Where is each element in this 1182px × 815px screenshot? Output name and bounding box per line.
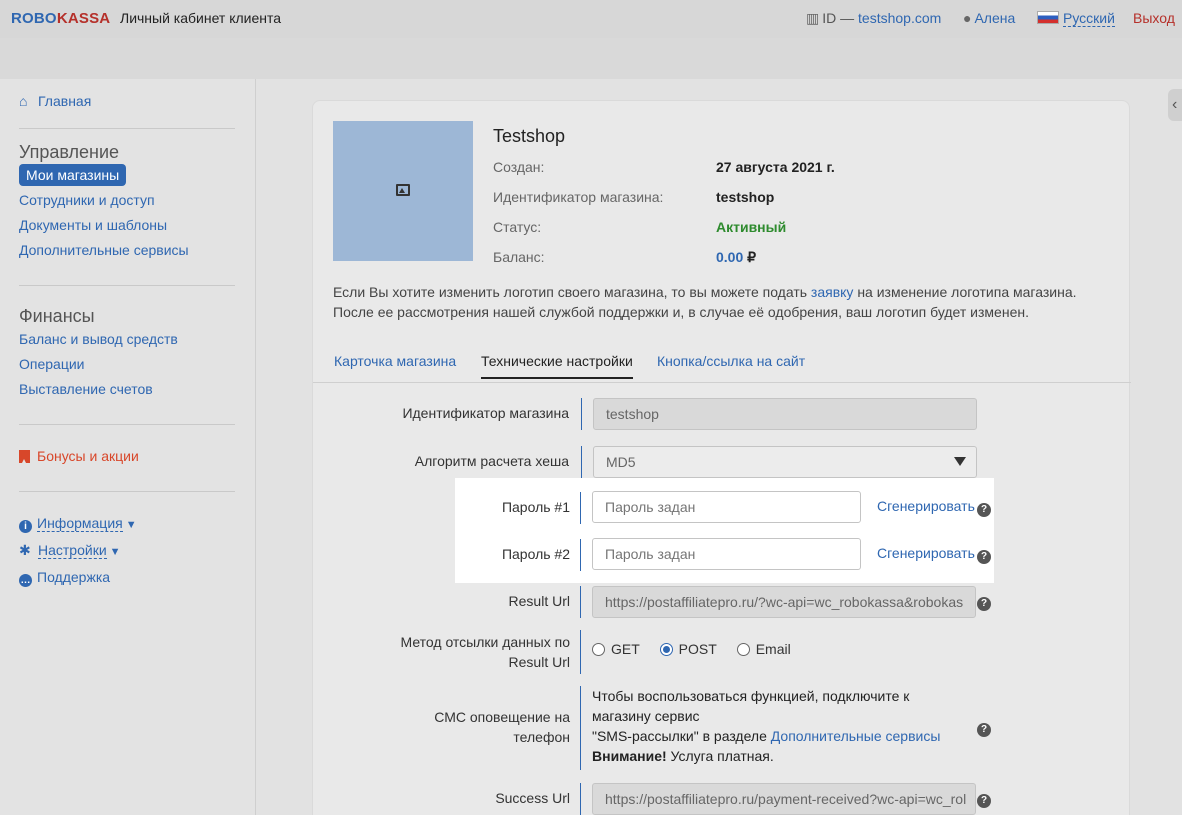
help-icon[interactable]: ? [977, 794, 991, 808]
sidebar-item-bonuses[interactable]: Бонусы и акции [19, 448, 139, 464]
form-label-password1: Пароль #1 [501, 499, 570, 515]
form-label-result-url: Result Url [508, 593, 570, 609]
help-icon[interactable]: ? [977, 723, 991, 737]
radio-post[interactable] [659, 643, 673, 656]
bookmark-icon [19, 450, 30, 463]
form-label-sms-2: телефон [513, 729, 570, 745]
logout-link[interactable]: Выход [1133, 10, 1175, 26]
sidebar-item-home[interactable]: ⌂ Главная [19, 93, 91, 109]
robokassa-logo[interactable]: ROBOKASSA [11, 10, 110, 27]
form-label-password2: Пароль #2 [501, 546, 570, 562]
sidebar-item-balance[interactable]: Баланс и вывод средств [19, 331, 178, 347]
sidebar-item-operations[interactable]: Операции [19, 356, 85, 372]
sidebar-heading-finance: Финансы [19, 306, 95, 326]
help-icon[interactable]: ? [977, 597, 991, 611]
sidebar-item-invoices[interactable]: Выставление счетов [19, 381, 153, 397]
form-continued: Пароль #1 Сгенерировать ? Пароль #2 Сген… [312, 100, 1130, 815]
sidebar-heading-management: Управление [19, 142, 120, 162]
building-icon: ▥ [806, 10, 820, 26]
user-icon: ● [963, 10, 972, 26]
password2-input[interactable] [592, 538, 861, 570]
form-divider [580, 686, 581, 770]
cabinet-title: Личный кабинет клиента [120, 10, 282, 26]
sidebar-item-staff[interactable]: Сотрудники и доступ [19, 192, 155, 208]
sidebar-item-info[interactable]: i Информация ▼ [19, 515, 137, 533]
sidebar-item-services[interactable]: Дополнительные сервисы [19, 242, 189, 258]
form-divider [580, 492, 581, 524]
top-header: ROBOKASSA Личный кабинет клиента ▥ ID — t… [0, 0, 1182, 38]
sidebar-divider [19, 285, 235, 286]
form-label-method-2: Result Url [508, 654, 570, 670]
form-divider [580, 630, 581, 674]
home-icon: ⌂ [19, 93, 28, 109]
method-get-option[interactable]: GET [592, 641, 640, 657]
form-label-success-url: Success Url [495, 790, 570, 806]
result-url-field[interactable]: https://postaffiliatepro.ru/?wc-api=wc_r… [592, 586, 976, 618]
password1-input[interactable] [592, 491, 861, 523]
form-divider [580, 539, 581, 571]
method-radio-group: GET POST Email [592, 641, 807, 657]
form-divider [580, 783, 581, 815]
sidebar-item-my-shops[interactable]: Мои магазины [19, 164, 127, 186]
form-label-sms-1: СМС оповещение на [434, 709, 570, 725]
language-label: Русский [1063, 10, 1115, 27]
success-url-field[interactable]: https://postaffiliatepro.ru/payment-rece… [592, 783, 976, 815]
sidebar-divider [19, 128, 235, 129]
shop-domain-link[interactable]: testshop.com [858, 10, 941, 26]
user-name: Алена [974, 10, 1016, 26]
chevron-down-icon: ▼ [125, 519, 137, 531]
chat-icon: … [19, 574, 32, 587]
help-icon[interactable]: ? [977, 503, 991, 517]
gear-icon: ✱ [19, 542, 31, 558]
info-icon: i [19, 520, 32, 533]
sms-info-text: Чтобы воспользоваться функцией, подключи… [592, 688, 941, 764]
method-post-option[interactable]: POST [659, 641, 717, 657]
sidebar-divider [19, 424, 235, 425]
help-icon[interactable]: ? [977, 550, 991, 564]
radio-email[interactable] [736, 643, 750, 656]
russia-flag-icon [1037, 11, 1059, 24]
sidebar: ⌂ Главная Управление Мои магазины Сотрудн… [0, 79, 256, 815]
sidebar-item-settings[interactable]: ✱ Настройки ▼ [19, 542, 121, 559]
form-divider [580, 586, 581, 618]
user-menu[interactable]: ● Алена [963, 10, 1015, 26]
sub-header [0, 38, 1182, 79]
method-email-option[interactable]: Email [736, 641, 791, 657]
radio-get[interactable] [592, 643, 605, 656]
chevron-down-icon: ▼ [109, 546, 121, 558]
sidebar-item-support[interactable]: … Поддержка [19, 569, 110, 587]
collapse-panel-toggle[interactable]: ‹ [1168, 89, 1182, 121]
shop-id-indicator: ▥ ID — testshop.com [806, 10, 942, 26]
form-label-method-1: Метод отсылки данных по [400, 634, 570, 650]
generate-password1-link[interactable]: Сгенерировать [877, 498, 975, 514]
sidebar-item-documents[interactable]: Документы и шаблоны [19, 217, 167, 233]
additional-services-link[interactable]: Дополнительные сервисы [771, 728, 941, 744]
language-selector[interactable]: Русский [1037, 10, 1115, 27]
sidebar-divider [19, 491, 235, 492]
chevron-left-icon: ‹ [1172, 96, 1178, 113]
generate-password2-link[interactable]: Сгенерировать [877, 545, 975, 561]
